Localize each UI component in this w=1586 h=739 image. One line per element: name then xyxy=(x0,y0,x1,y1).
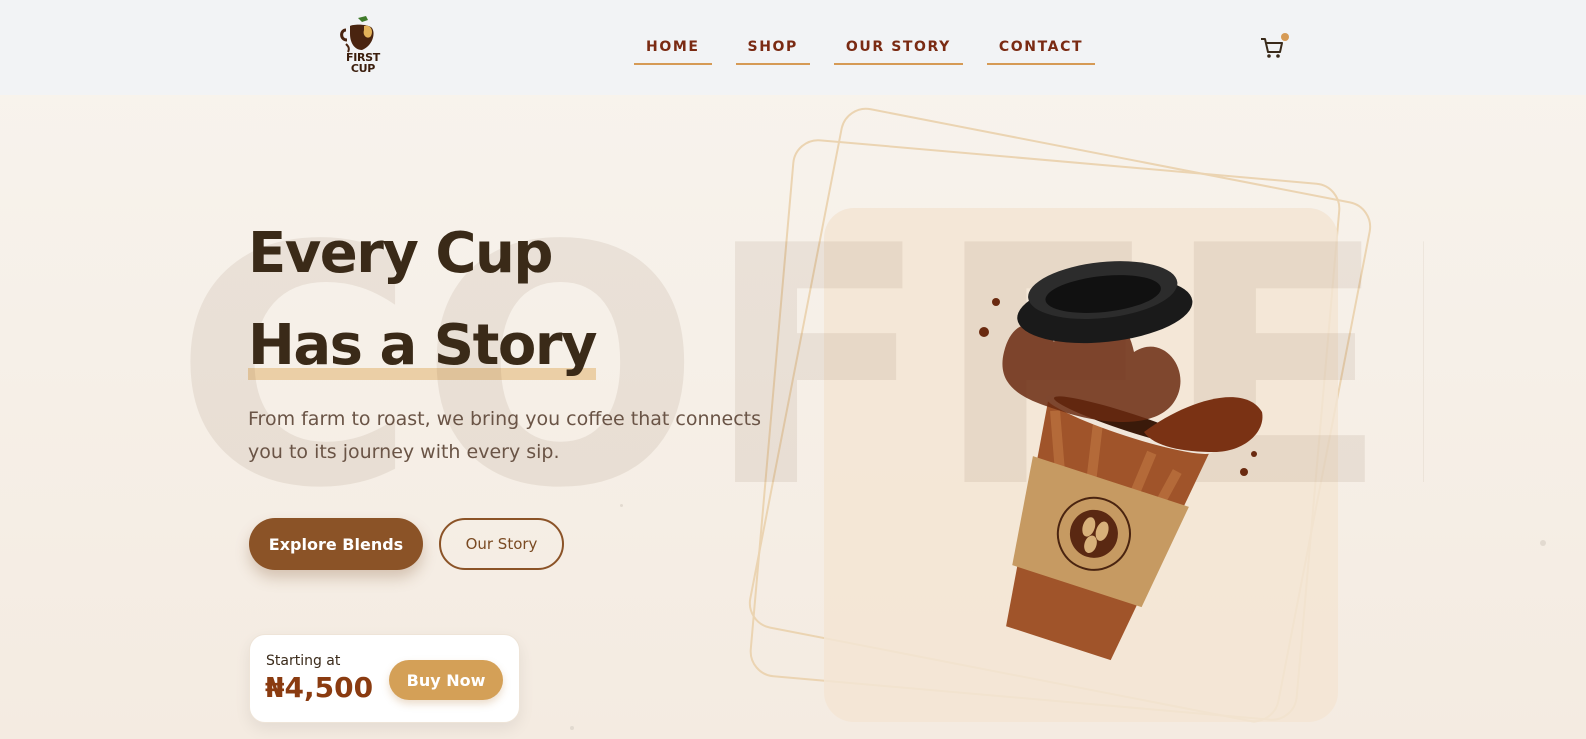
nav-contact[interactable]: CONTACT xyxy=(986,36,1096,65)
nav-our-story[interactable]: OUR STORY xyxy=(833,36,963,65)
logo-line2: CUP xyxy=(350,62,376,75)
main-nav: HOME SHOP OUR STORY CONTACT xyxy=(634,36,1096,65)
nav-home[interactable]: HOME xyxy=(634,36,712,65)
decorative-dot xyxy=(1540,540,1546,546)
price-label: Starting at xyxy=(266,653,341,669)
price-value: ₦4,500 xyxy=(265,671,374,704)
nav-shop[interactable]: SHOP xyxy=(735,36,810,65)
logo[interactable]: FIRST CUP xyxy=(338,16,388,80)
price-card: Starting at ₦4,500 Buy Now xyxy=(249,634,520,723)
hero-title-line2: Has a Story xyxy=(248,300,597,392)
hero-title: Every Cup Has a Story xyxy=(248,208,597,392)
logo-text: FIRST CUP xyxy=(338,52,388,74)
buy-now-button[interactable]: Buy Now xyxy=(389,660,503,700)
coffee-pot-logo-icon xyxy=(340,16,374,53)
our-story-button[interactable]: Our Story xyxy=(439,518,564,570)
hero-description: From farm to roast, we bring you coffee … xyxy=(248,408,762,463)
explore-blends-button[interactable]: Explore Blends xyxy=(249,518,423,570)
decorative-dot xyxy=(570,726,574,730)
cart-badge xyxy=(1281,33,1289,41)
cart-button[interactable] xyxy=(1259,33,1289,61)
hero-title-line1: Every Cup xyxy=(248,221,553,286)
decorative-dot xyxy=(620,504,623,507)
site-header: FIRST CUP HOME SHOP OUR STORY CONTACT xyxy=(0,0,1586,95)
coffee-cup-image xyxy=(979,261,1263,661)
